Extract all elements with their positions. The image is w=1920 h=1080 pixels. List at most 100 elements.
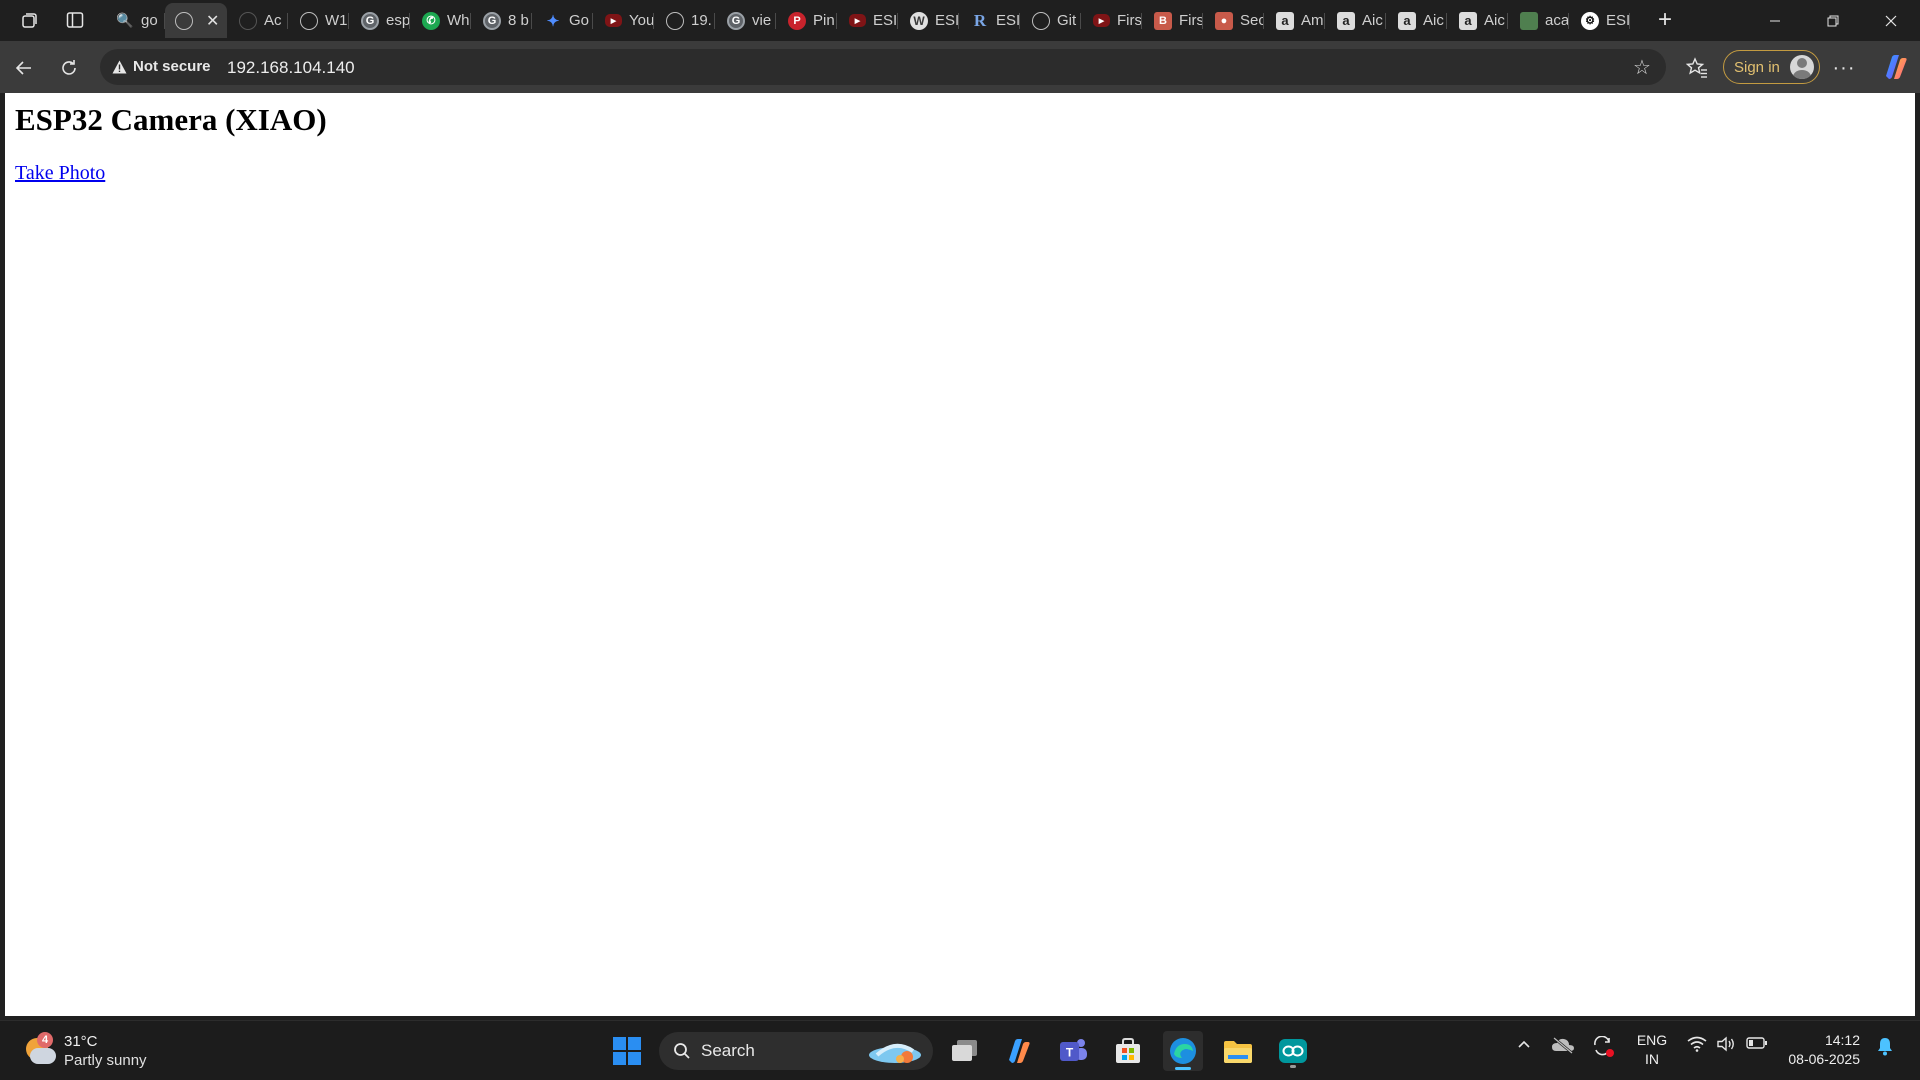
- windows-logo-icon: [613, 1037, 641, 1065]
- browser-tab[interactable]: 19.: [654, 3, 715, 38]
- favorites-icon[interactable]: [1681, 52, 1713, 84]
- favorite-star-icon[interactable]: ☆: [1630, 55, 1654, 79]
- blogger-icon: B: [1154, 11, 1172, 30]
- tab-title: Wh: [447, 12, 470, 29]
- tab-icon: [239, 11, 257, 30]
- youtube-icon: ▶: [849, 14, 866, 27]
- tab-title: Aic: [1362, 12, 1383, 29]
- onedrive-offline-icon[interactable]: [1550, 1036, 1576, 1054]
- tab-title: Firs: [1179, 12, 1203, 29]
- browser-tab[interactable]: a Am: [1264, 3, 1325, 38]
- tab-title: Pin: [813, 12, 835, 29]
- globe-icon: [1032, 11, 1050, 30]
- browser-tab[interactable]: a Aic: [1447, 3, 1508, 38]
- globe-icon: [300, 11, 318, 30]
- battery-icon[interactable]: [1744, 1036, 1770, 1050]
- browser-tab[interactable]: 🔍 go: [104, 3, 165, 38]
- globe-icon: [175, 11, 193, 30]
- amazon-icon: a: [1459, 11, 1477, 30]
- volume-icon[interactable]: [1714, 1036, 1738, 1052]
- tab-title: You: [629, 12, 654, 29]
- browser-tab[interactable]: Gesp: [349, 3, 410, 38]
- notification-badge: 4: [37, 1032, 53, 1048]
- browser-tab[interactable]: G 8 b: [471, 3, 532, 38]
- workspaces-icon[interactable]: [15, 6, 45, 34]
- tab-strip: 🔍 go ✕ Ac W1 Gesp ✆ Wh G 8 b ✦ Go ▶ You 19. Gvie P Pin ▶ ES…: [0, 0, 1920, 41]
- taskbar: 4 31°C Partly sunny Search T ENG IN 14:1…: [0, 1020, 1920, 1080]
- close-tab-icon[interactable]: ✕: [206, 11, 219, 31]
- restore-button[interactable]: [1804, 0, 1862, 41]
- partly-sunny-icon: 4: [24, 1032, 58, 1068]
- browser-tab[interactable]: aca: [1508, 3, 1569, 38]
- notification-bell-icon[interactable]: [1872, 1036, 1898, 1056]
- copilot-taskbar-icon[interactable]: [998, 1031, 1038, 1071]
- app-icon: ●: [1215, 11, 1233, 30]
- browser-tab[interactable]: a Aic: [1325, 3, 1386, 38]
- google-icon: G: [727, 11, 745, 30]
- weather-widget[interactable]: 4 31°C Partly sunny: [24, 1030, 147, 1072]
- file-explorer-icon[interactable]: [1218, 1031, 1258, 1071]
- tab-title: Am: [1301, 12, 1324, 29]
- tab-title: Aic: [1484, 12, 1505, 29]
- teams-icon[interactable]: T: [1053, 1031, 1093, 1071]
- browser-tab[interactable]: P Pin: [776, 3, 837, 38]
- more-options-icon[interactable]: ···: [1828, 52, 1860, 84]
- browser-tab[interactable]: W ESI: [898, 3, 959, 38]
- sign-in-button[interactable]: Sign in: [1723, 50, 1820, 84]
- warning-icon: [112, 60, 127, 74]
- edge-taskbar-icon[interactable]: [1163, 1031, 1203, 1071]
- task-view-icon[interactable]: [944, 1031, 984, 1071]
- browser-tab[interactable]: ● Sec: [1203, 3, 1264, 38]
- browser-tab[interactable]: Gvie: [715, 3, 776, 38]
- refresh-button[interactable]: [53, 52, 85, 84]
- browser-tab[interactable]: ⚙ ESI: [1569, 3, 1630, 38]
- browser-tab[interactable]: a Aic: [1386, 3, 1447, 38]
- wifi-icon[interactable]: [1685, 1036, 1709, 1052]
- tab-title: 8 b: [508, 12, 529, 29]
- arduino-ide-icon[interactable]: [1273, 1031, 1313, 1071]
- browser-tab[interactable]: Ac: [227, 3, 288, 38]
- active-indicator: [1175, 1067, 1191, 1070]
- clock-date: 08-06-2025: [1788, 1051, 1860, 1067]
- vertical-tabs-icon[interactable]: [60, 6, 90, 34]
- gemini-icon: ✦: [546, 12, 560, 30]
- sync-alert-icon[interactable]: [1590, 1036, 1616, 1058]
- browser-tab[interactable]: W1: [288, 3, 349, 38]
- taskbar-search[interactable]: Search: [659, 1032, 933, 1070]
- take-photo-link[interactable]: Take Photo: [15, 162, 105, 185]
- minimize-button[interactable]: [1746, 0, 1804, 41]
- copilot-icon[interactable]: [1880, 52, 1910, 82]
- security-label: Not secure: [133, 58, 211, 75]
- language-indicator[interactable]: ENG IN: [1632, 1031, 1672, 1069]
- search-label: Search: [701, 1041, 755, 1060]
- r-icon: R: [973, 10, 987, 30]
- browser-tab[interactable]: B Firs: [1142, 3, 1203, 38]
- tab-title: go: [141, 12, 158, 29]
- browser-tab[interactable]: ✕: [165, 3, 227, 38]
- browser-tab[interactable]: ▶ You: [593, 3, 654, 38]
- tab-title: Firs: [1117, 12, 1142, 29]
- tab-list: 🔍 go ✕ Ac W1 Gesp ✆ Wh G 8 b ✦ Go ▶ You 19. Gvie P Pin ▶ ES…: [104, 3, 1630, 38]
- browser-tab[interactable]: ▶ ESI: [837, 3, 898, 38]
- youtube-icon: ▶: [1093, 14, 1110, 27]
- amazon-icon: a: [1276, 11, 1294, 30]
- browser-tab[interactable]: R ESI: [959, 3, 1020, 38]
- start-button[interactable]: [607, 1031, 647, 1071]
- system-clock[interactable]: 14:12 08-06-2025: [1778, 1031, 1860, 1069]
- svg-text:T: T: [1066, 1046, 1074, 1060]
- search-icon: [673, 1042, 691, 1060]
- address-bar[interactable]: Not secure 192.168.104.140 ☆: [100, 49, 1666, 85]
- browser-tab[interactable]: ✆ Wh: [410, 3, 471, 38]
- close-window-button[interactable]: [1862, 0, 1920, 41]
- show-hidden-icons-chevron-up-icon[interactable]: [1512, 1036, 1536, 1052]
- browser-tab[interactable]: ✦ Go: [532, 3, 593, 38]
- microsoft-store-icon[interactable]: [1108, 1031, 1148, 1071]
- image-icon: [1520, 11, 1538, 30]
- browser-tab[interactable]: ▶ Firs: [1081, 3, 1142, 38]
- page-title: ESP32 Camera (XIAO): [15, 102, 327, 137]
- url-text[interactable]: 192.168.104.140: [227, 58, 355, 78]
- back-button[interactable]: [8, 52, 40, 84]
- new-tab-button[interactable]: +: [1650, 6, 1680, 33]
- browser-tab[interactable]: Git: [1020, 3, 1081, 38]
- security-indicator[interactable]: Not secure: [112, 58, 211, 75]
